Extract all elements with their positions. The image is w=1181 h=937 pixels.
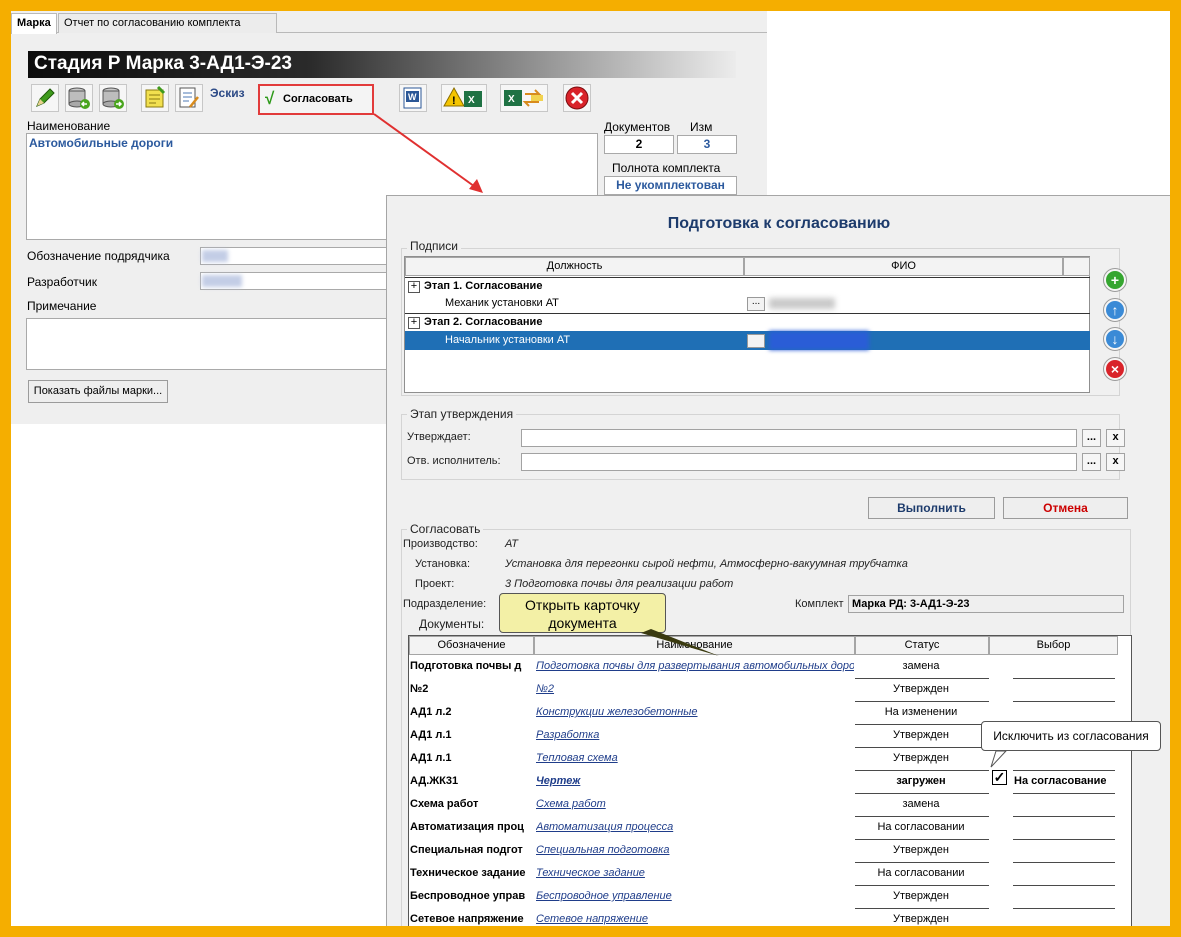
callout-pointer-exclude <box>990 750 1008 768</box>
arrow-head-red <box>469 179 483 193</box>
annotation-arrows <box>373 113 1008 768</box>
callout-pointer <box>641 629 719 656</box>
arrow-line-red <box>373 113 479 190</box>
screenshot-frame: Марка Отчет по согласованию комплекта Ст… <box>11 11 1170 926</box>
